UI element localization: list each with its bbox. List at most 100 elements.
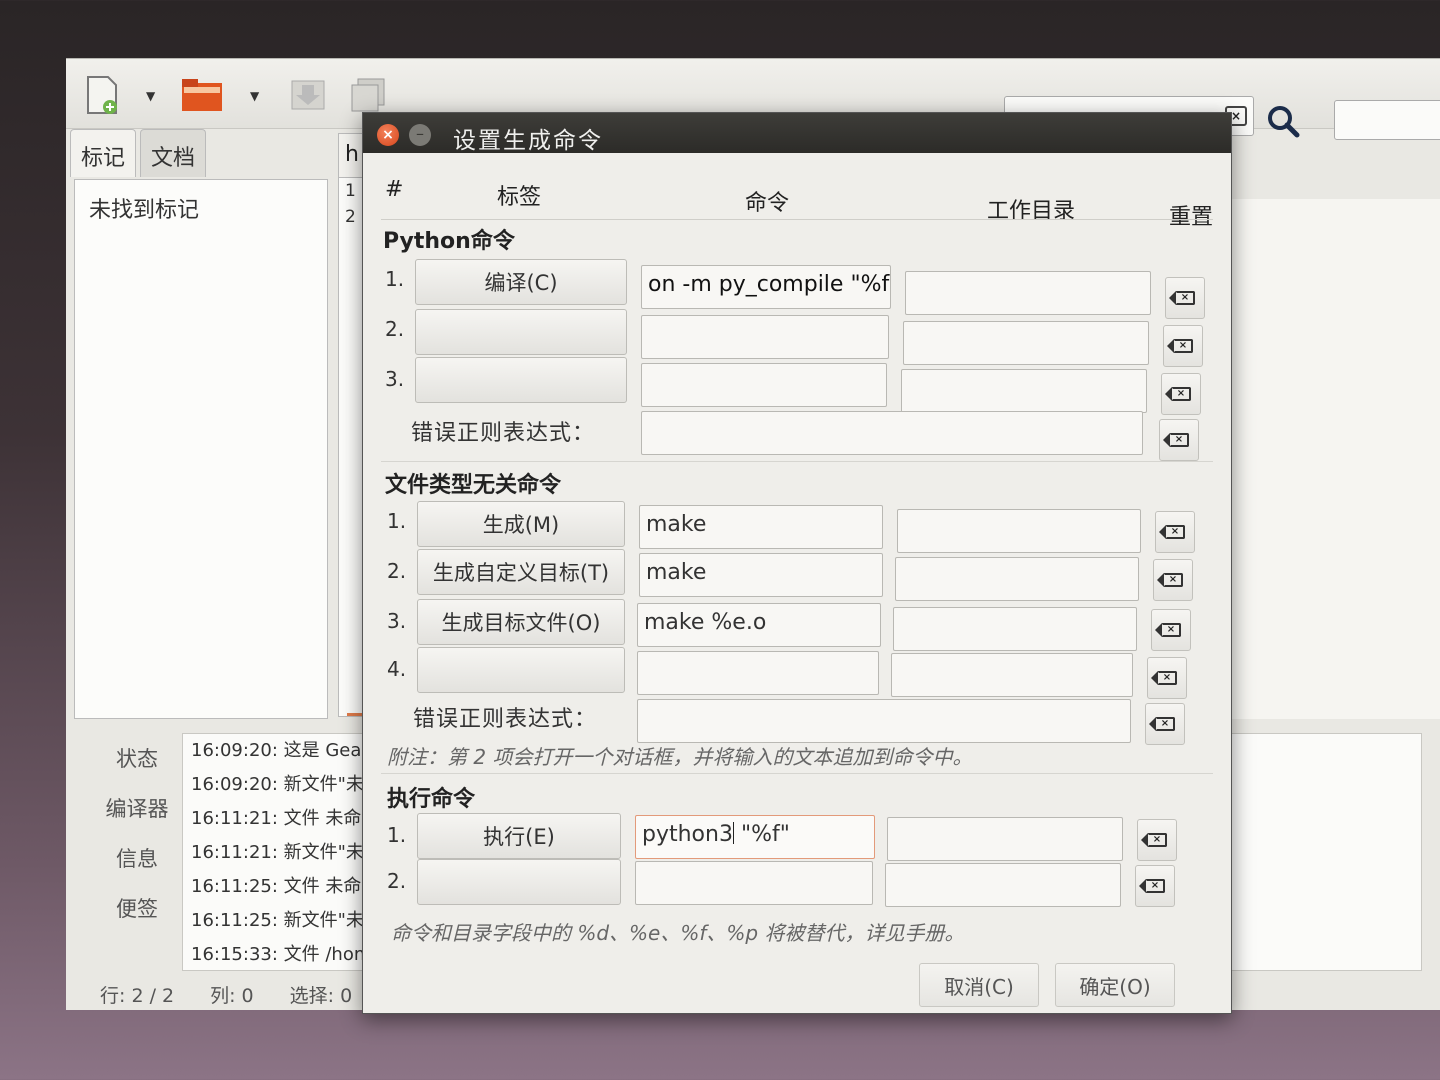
sidebar-tabs: 标记 文档 (70, 129, 210, 177)
reset-python-2-button[interactable]: × (1163, 325, 1203, 367)
independent-regex-label: 错误正则表达式： (413, 707, 598, 732)
execute-label-2-button[interactable] (417, 859, 621, 905)
python-compile-label-button[interactable]: 编译(C) (415, 259, 627, 305)
execute-command-before-caret: python3 (642, 822, 733, 847)
python-workdir-2-input[interactable] (903, 321, 1149, 365)
row-number: 1. (385, 267, 405, 291)
tab-messages[interactable]: 信息 (94, 831, 180, 881)
make-workdir-input[interactable] (897, 509, 1141, 553)
reset-execute-button[interactable]: × (1137, 819, 1177, 861)
close-icon[interactable]: × (377, 124, 399, 146)
header-workdir: 工作目录 (987, 199, 1076, 224)
make-command-input[interactable]: make (639, 505, 883, 549)
log-line: 16:11:25: 新文件"未命 (191, 910, 373, 931)
log-line: 16:09:20: 新文件"未命 (191, 774, 373, 795)
row-number: 2. (385, 317, 405, 341)
goto-line-input[interactable] (1334, 100, 1440, 140)
set-build-commands-dialog: × – 设置生成命令 # 标签 命令 工作目录 重置 Python命令 1. 编… (362, 112, 1232, 1014)
clear-icon: × (1149, 717, 1175, 731)
tab-symbols[interactable]: 标记 (70, 129, 137, 177)
row-number: 1. (387, 509, 407, 533)
reset-python-3-button[interactable]: × (1161, 373, 1201, 415)
reset-execute-2-button[interactable]: × (1135, 865, 1175, 907)
python-command-3-input[interactable] (641, 363, 887, 407)
reset-make-object-button[interactable]: × (1151, 609, 1191, 651)
python-section-title: Python命令 (383, 229, 515, 254)
python-label-3-button[interactable] (415, 357, 627, 403)
independent-note: 附注：第 2 项会打开一个对话框，并将输入的文本追加到命令中。 (387, 745, 973, 769)
execute-label-button[interactable]: 执行(E) (417, 813, 621, 859)
right-panel (1226, 199, 1440, 719)
tab-compiler[interactable]: 编译器 (94, 781, 180, 831)
independent-label-4-button[interactable] (417, 647, 625, 693)
tab-scribble[interactable]: 便签 (94, 881, 180, 931)
tab-status[interactable]: 状态 (94, 731, 180, 781)
reset-make-custom-button[interactable]: × (1153, 559, 1193, 601)
reset-make-button[interactable]: × (1155, 511, 1195, 553)
header-reset: 重置 (1169, 205, 1214, 230)
status-selection: 选择: 0 (289, 985, 353, 1007)
execute-section-title: 执行命令 (387, 787, 476, 812)
cancel-button[interactable]: 取消(C) (919, 963, 1039, 1007)
execute-command-input[interactable]: python3 "%f" (635, 815, 875, 859)
make-object-workdir-input[interactable] (893, 607, 1137, 651)
log-line: 16:11:21: 新文件"未命 (191, 842, 373, 863)
python-regex-label: 错误正则表达式： (411, 421, 596, 446)
python-regex-input[interactable] (641, 411, 1143, 455)
row-number: 2. (387, 869, 407, 893)
python-command-2-input[interactable] (641, 315, 889, 359)
reset-python-regex-button[interactable]: × (1159, 419, 1199, 461)
section-divider (381, 773, 1213, 774)
clear-icon: × (1165, 387, 1191, 401)
open-file-dropdown-icon[interactable]: ▼ (250, 89, 259, 103)
row-number: 2. (387, 559, 407, 583)
make-label-button[interactable]: 生成(M) (417, 501, 625, 547)
independent-regex-input[interactable] (637, 699, 1131, 743)
open-file-icon[interactable] (180, 73, 224, 117)
independent-workdir-4-input[interactable] (891, 653, 1133, 697)
log-line: 16:11:21: 文件 未命名 (191, 808, 373, 829)
reset-python-1-button[interactable]: × (1165, 277, 1205, 319)
clear-icon: × (1159, 525, 1185, 539)
header-label: 标签 (497, 185, 542, 210)
make-custom-command-input[interactable]: make (639, 553, 883, 597)
row-number: 3. (387, 609, 407, 633)
save-all-icon[interactable] (346, 73, 390, 117)
make-object-command-input[interactable]: make %e.o (637, 603, 881, 647)
make-custom-workdir-input[interactable] (895, 557, 1139, 601)
ok-button[interactable]: 确定(O) (1055, 963, 1175, 1007)
new-file-dropdown-icon[interactable]: ▼ (146, 89, 155, 103)
row-number: 4. (387, 657, 407, 681)
execute-workdir-2-input[interactable] (885, 863, 1121, 907)
clear-icon: × (1169, 291, 1195, 305)
independent-command-4-input[interactable] (637, 651, 879, 695)
dialog-titlebar: × – 设置生成命令 (363, 113, 1231, 154)
reset-independent-regex-button[interactable]: × (1145, 703, 1185, 745)
tab-documents[interactable]: 文档 (140, 129, 207, 177)
python-workdir-3-input[interactable] (901, 369, 1147, 413)
symbols-panel: 未找到标记 (74, 179, 328, 719)
header-divider (381, 219, 1213, 220)
minimize-icon[interactable]: – (409, 124, 431, 146)
python-label-2-button[interactable] (415, 309, 627, 355)
new-file-icon[interactable] (80, 73, 124, 117)
make-custom-label-button[interactable]: 生成自定义目标(T) (417, 549, 625, 595)
status-column: 列: 0 (210, 985, 254, 1007)
reset-independent-4-button[interactable]: × (1147, 657, 1187, 699)
make-object-label-button[interactable]: 生成目标文件(O) (417, 599, 625, 645)
python-command-1-input[interactable]: on -m py_compile "%f" (641, 265, 891, 309)
no-symbols-message: 未找到标记 (89, 198, 200, 223)
log-line: 16:15:33: 文件 /home (191, 944, 373, 965)
execute-workdir-input[interactable] (887, 817, 1123, 861)
save-icon[interactable] (286, 73, 330, 117)
log-line: 16:09:20: 这是 Geany (191, 740, 373, 761)
python-workdir-1-input[interactable] (905, 271, 1151, 315)
substitution-note: 命令和目录字段中的 %d、%e、%f、%p 将被替代，详见手册。 (391, 921, 965, 945)
header-command: 命令 (745, 191, 790, 216)
dialog-title: 设置生成命令 (453, 128, 603, 154)
clear-icon: × (1155, 623, 1181, 637)
execute-command-2-input[interactable] (635, 861, 873, 905)
search-icon[interactable] (1266, 104, 1300, 138)
clear-icon: × (1141, 833, 1167, 847)
clear-icon: × (1163, 433, 1189, 447)
